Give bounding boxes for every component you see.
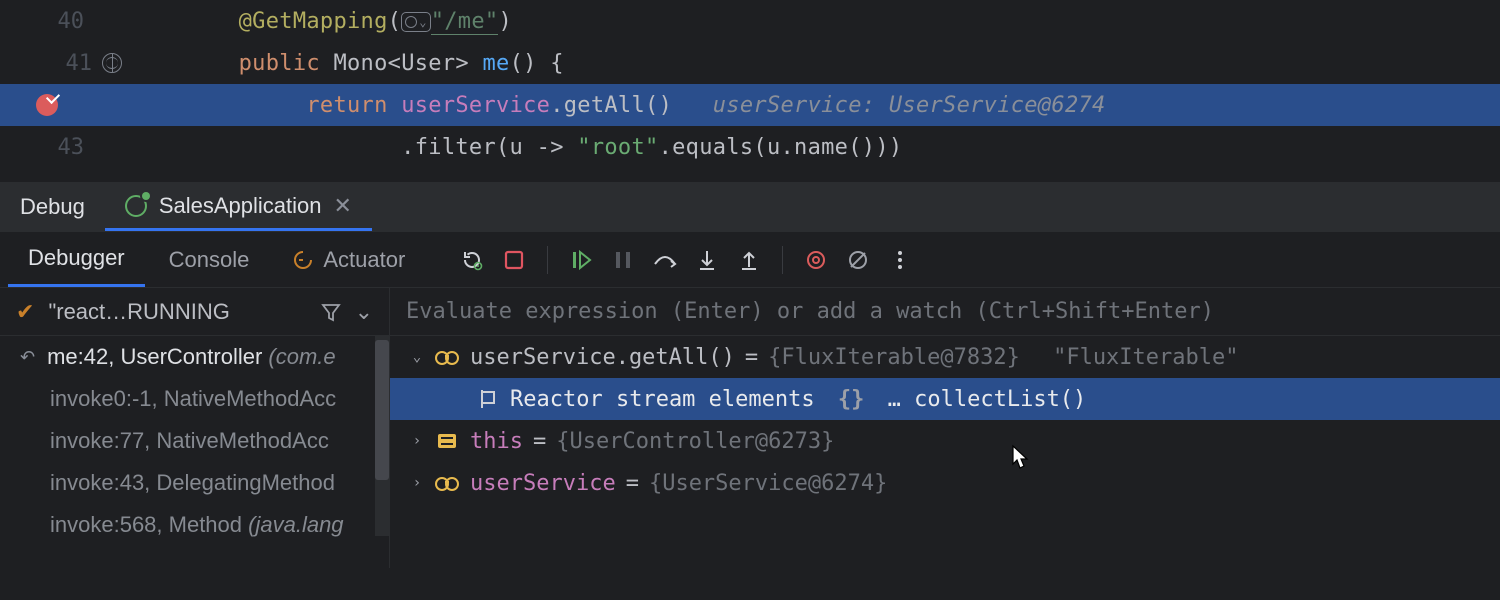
- more-actions-button[interactable]: [881, 241, 919, 279]
- line-number: 43: [52, 135, 84, 160]
- object-icon: [438, 434, 456, 448]
- variable-row[interactable]: › this = {UserController@6273}: [390, 420, 1500, 462]
- close-tab-icon[interactable]: ✕: [334, 193, 352, 219]
- thread-selector[interactable]: ✔ "react…RUNNING ⌄: [0, 288, 389, 336]
- flag-icon: [479, 390, 495, 408]
- frames-pane[interactable]: ✔ "react…RUNNING ⌄ ↶ me:42, UserControll…: [0, 288, 390, 568]
- tab-console[interactable]: Console: [149, 232, 270, 287]
- annotation: @GetMapping: [239, 9, 388, 34]
- toolwindow-header: Debug SalesApplication ✕: [0, 182, 1500, 232]
- code-line-40[interactable]: 40 @GetMapping(⌄"/me"): [0, 0, 1500, 42]
- stack-frame[interactable]: invoke:77, NativeMethodAcc: [0, 420, 389, 462]
- variables-pane[interactable]: Evaluate expression (Enter) or add a wat…: [390, 288, 1500, 568]
- chevron-down-icon[interactable]: ⌄: [355, 299, 373, 325]
- gutter: 43: [0, 135, 130, 160]
- line-number: 41: [60, 51, 92, 76]
- check-icon: ✔: [16, 299, 34, 325]
- chevron-right-icon[interactable]: ›: [410, 433, 424, 449]
- watch-icon: [435, 477, 459, 489]
- pause-button[interactable]: [604, 241, 642, 279]
- braces-icon: {}: [825, 387, 878, 412]
- evaluate-expression-input[interactable]: Evaluate expression (Enter) or add a wat…: [390, 288, 1500, 336]
- debugger-toolbar: Debugger Console Actuator: [0, 232, 1500, 288]
- view-breakpoints-button[interactable]: [797, 241, 835, 279]
- variable-row[interactable]: › userService = {UserService@6274}: [390, 462, 1500, 504]
- scrollbar[interactable]: [375, 336, 389, 536]
- separator: [547, 246, 548, 274]
- endpoint-gutter-icon[interactable]: [102, 53, 122, 73]
- endpoint-literal[interactable]: "/me": [431, 9, 499, 35]
- http-method-icon[interactable]: ⌄: [401, 12, 431, 32]
- step-over-button[interactable]: [646, 241, 684, 279]
- code-editor[interactable]: 40 @GetMapping(⌄"/me") 41 public Mono<Us…: [0, 0, 1500, 182]
- tab-debugger[interactable]: Debugger: [8, 232, 145, 287]
- drop-frame-icon[interactable]: ↶: [20, 347, 35, 368]
- run-config-tab[interactable]: SalesApplication ✕: [105, 183, 372, 231]
- tab-actuator[interactable]: Actuator: [273, 232, 425, 287]
- watch-icon: [435, 351, 459, 363]
- stack-frame[interactable]: invoke0:-1, NativeMethodAcc: [0, 378, 389, 420]
- code-line-41[interactable]: 41 public Mono<User> me() {: [0, 42, 1500, 84]
- stack-frame-current[interactable]: ↶ me:42, UserController (com.e: [0, 336, 389, 378]
- code-line-43[interactable]: 43 .filter(u -> "root".equals(u.name())): [0, 126, 1500, 168]
- chevron-down-icon[interactable]: ⌄: [410, 349, 424, 365]
- filter-icon[interactable]: [321, 302, 341, 322]
- mute-breakpoints-button[interactable]: [839, 241, 877, 279]
- chevron-right-icon[interactable]: ›: [410, 475, 424, 491]
- step-into-button[interactable]: [688, 241, 726, 279]
- gutter: 41: [0, 51, 130, 76]
- watch-row[interactable]: ⌄ userService.getAll() = {FluxIterable@7…: [390, 336, 1500, 378]
- rerun-button[interactable]: [453, 241, 491, 279]
- gutter: 40: [0, 9, 130, 34]
- resume-button[interactable]: [562, 241, 600, 279]
- running-process-icon: [125, 195, 147, 217]
- toolwindow-title[interactable]: Debug: [0, 183, 105, 231]
- line-number: 40: [52, 9, 84, 34]
- code-line-current[interactable]: return userService.getAll() userService:…: [0, 84, 1500, 126]
- debug-panes: ✔ "react…RUNNING ⌄ ↶ me:42, UserControll…: [0, 288, 1500, 568]
- breakpoint-icon[interactable]: [36, 94, 58, 116]
- stack-frame[interactable]: invoke:43, DelegatingMethod: [0, 462, 389, 504]
- step-out-button[interactable]: [730, 241, 768, 279]
- separator: [782, 246, 783, 274]
- stack-frame[interactable]: invoke:568, Method (java.lang: [0, 504, 389, 546]
- stop-button[interactable]: [495, 241, 533, 279]
- inline-hint: userService: UserService@6274: [713, 93, 1106, 118]
- actuator-icon: [293, 250, 313, 270]
- variable-row-selected[interactable]: › Reactor stream elements {} … collectLi…: [390, 378, 1500, 420]
